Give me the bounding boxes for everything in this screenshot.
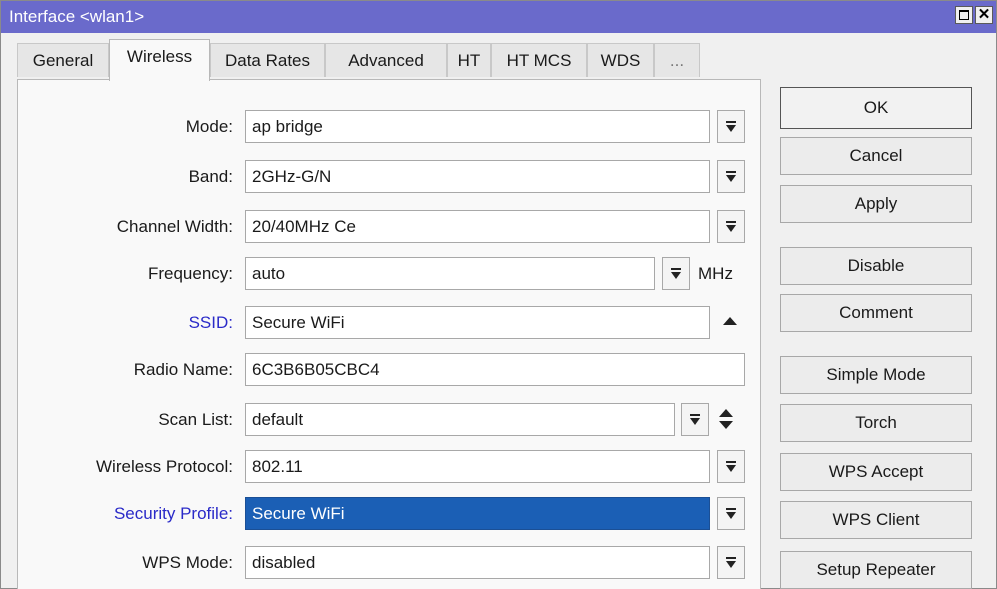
- cancel-button[interactable]: Cancel: [780, 137, 972, 175]
- wps-mode-dropdown-icon[interactable]: [717, 546, 745, 579]
- scan-list-dropdown-icon[interactable]: [681, 403, 709, 436]
- wps-mode-select[interactable]: disabled: [245, 546, 710, 579]
- tab-wds[interactable]: WDS: [587, 43, 654, 77]
- mode-row: Mode:: [1, 110, 233, 144]
- torch-button[interactable]: Torch: [780, 404, 972, 442]
- wireless-protocol-dropdown-icon[interactable]: [717, 450, 745, 483]
- scan-list-input[interactable]: default: [245, 403, 675, 436]
- up-down-icon[interactable]: [719, 407, 733, 431]
- tab-wireless[interactable]: Wireless: [109, 39, 210, 81]
- radio-name-input[interactable]: 6C3B6B05CBC4: [245, 353, 745, 386]
- band-label: Band:: [188, 167, 233, 186]
- channel-width-dropdown-icon[interactable]: [717, 210, 745, 243]
- tab-advanced[interactable]: Advanced: [325, 43, 447, 77]
- ssid-row: SSID:: [1, 306, 233, 340]
- mode-select[interactable]: ap bridge: [245, 110, 710, 143]
- close-icon[interactable]: ✕: [975, 6, 993, 24]
- radio-name-row: Radio Name:: [1, 353, 233, 387]
- security-profile-dropdown-icon[interactable]: [717, 497, 745, 530]
- mode-label: Mode:: [185, 117, 233, 136]
- frequency-label: Frequency:: [147, 264, 233, 283]
- wireless-protocol-row: Wireless Protocol:: [1, 450, 233, 484]
- wps-mode-label: WPS Mode:: [142, 553, 233, 572]
- simple-mode-button[interactable]: Simple Mode: [780, 356, 972, 394]
- collapse-up-icon[interactable]: [723, 316, 737, 326]
- band-row: Band:: [1, 160, 233, 194]
- window-title: Interface <wlan1>: [9, 7, 145, 26]
- title-bar[interactable]: Interface <wlan1> ✕: [1, 1, 996, 33]
- frequency-row: Frequency:: [1, 257, 233, 291]
- tab-ht[interactable]: HT: [447, 43, 491, 77]
- channel-width-label: Channel Width:: [116, 217, 233, 236]
- tab-general[interactable]: General: [17, 43, 109, 77]
- tab-more[interactable]: ...: [654, 43, 700, 77]
- mode-dropdown-icon[interactable]: [717, 110, 745, 143]
- comment-button[interactable]: Comment: [780, 294, 972, 332]
- scan-list-row: Scan List:: [1, 403, 233, 437]
- disable-button[interactable]: Disable: [780, 247, 972, 285]
- ssid-label[interactable]: SSID:: [189, 306, 233, 340]
- channel-width-row: Channel Width:: [1, 210, 233, 244]
- ssid-input[interactable]: Secure WiFi: [245, 306, 710, 339]
- wireless-protocol-select[interactable]: 802.11: [245, 450, 710, 483]
- wps-mode-row: WPS Mode:: [1, 546, 233, 580]
- wireless-protocol-label: Wireless Protocol:: [96, 457, 233, 476]
- scan-list-label: Scan List:: [158, 410, 233, 429]
- frequency-dropdown-icon[interactable]: [662, 257, 690, 290]
- security-profile-row: Security Profile:: [1, 497, 233, 531]
- security-profile-label[interactable]: Security Profile:: [114, 497, 233, 531]
- frequency-unit: MHz: [698, 264, 733, 283]
- apply-button[interactable]: Apply: [780, 185, 972, 223]
- wps-client-button[interactable]: WPS Client: [780, 501, 972, 539]
- band-select[interactable]: 2GHz-G/N: [245, 160, 710, 193]
- maximize-icon[interactable]: [955, 6, 973, 24]
- tab-ht-mcs[interactable]: HT MCS: [491, 43, 587, 77]
- channel-width-select[interactable]: 20/40MHz Ce: [245, 210, 710, 243]
- security-profile-select[interactable]: Secure WiFi: [245, 497, 710, 530]
- tab-data-rates[interactable]: Data Rates: [210, 43, 325, 77]
- wps-accept-button[interactable]: WPS Accept: [780, 453, 972, 491]
- band-dropdown-icon[interactable]: [717, 160, 745, 193]
- ok-button[interactable]: OK: [780, 87, 972, 129]
- setup-repeater-button[interactable]: Setup Repeater: [780, 551, 972, 589]
- interface-window: Interface <wlan1> ✕ General Wireless Dat…: [0, 0, 997, 589]
- radio-name-label: Radio Name:: [133, 360, 233, 379]
- frequency-select[interactable]: auto: [245, 257, 655, 290]
